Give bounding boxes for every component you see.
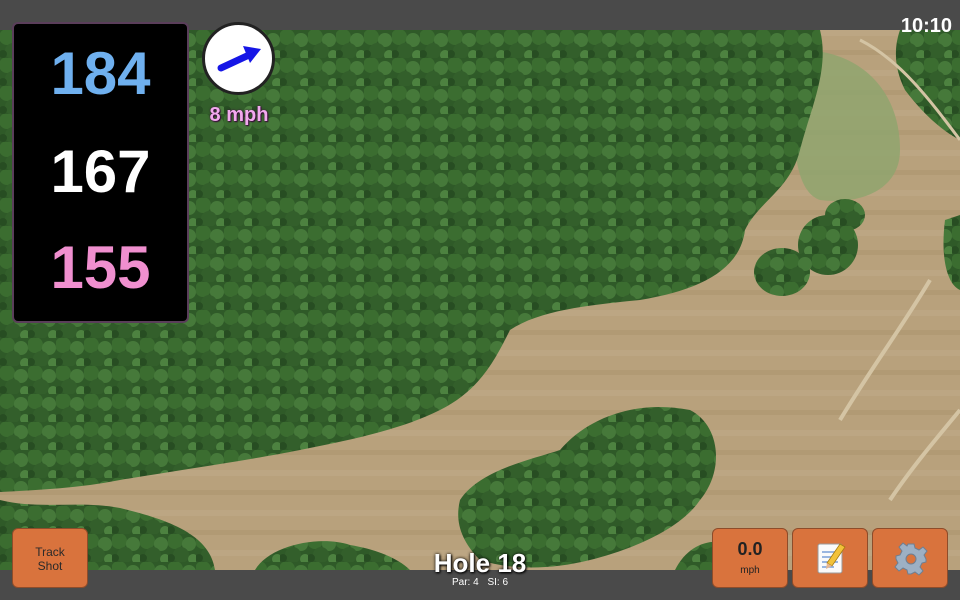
settings-button[interactable] bbox=[872, 528, 948, 588]
distance-panel: 184 167 155 bbox=[12, 22, 189, 323]
wind-arrow-icon bbox=[217, 46, 261, 72]
front-distance: 155 bbox=[50, 234, 151, 301]
wind-speed-label: 8 mph bbox=[209, 104, 269, 126]
track-shot-button[interactable]: Track Shot bbox=[12, 528, 88, 588]
hole-par: Par: 4 bbox=[451, 577, 479, 588]
status-clock: 10:10 bbox=[900, 15, 952, 37]
notepad-icon bbox=[817, 543, 846, 574]
hole-title: Hole 18 bbox=[433, 548, 527, 578]
middle-distance: 167 bbox=[50, 138, 151, 205]
gear-icon bbox=[894, 542, 928, 576]
hole-stroke-index: SI: 6 bbox=[487, 577, 509, 588]
golf-gps-screen: 10:10 184 167 155 8 mph Track Shot Hole … bbox=[0, 0, 960, 600]
back-distance: 184 bbox=[50, 40, 151, 107]
notes-button[interactable] bbox=[792, 528, 868, 588]
hole-info: Par: 4 SI: 6 bbox=[380, 577, 580, 588]
track-shot-label-line1: Track bbox=[35, 545, 65, 559]
wind-direction-indicator bbox=[202, 22, 275, 95]
track-shot-label-line2: Shot bbox=[37, 559, 63, 573]
speed-unit: mph bbox=[740, 565, 760, 576]
speed-value: 0.0 bbox=[737, 539, 763, 559]
speed-button[interactable]: 0.0 mph bbox=[712, 528, 788, 588]
